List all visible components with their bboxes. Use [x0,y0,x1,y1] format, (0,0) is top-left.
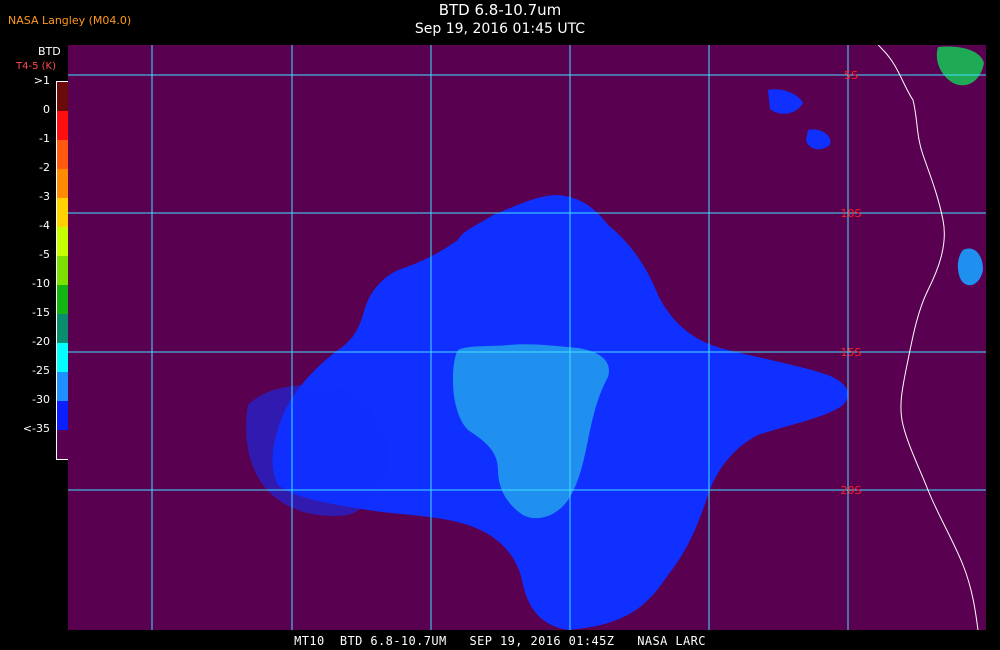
legend-units: T4-5 (K) [16,61,56,72]
legend-label: >1 [33,74,50,87]
latitude-label: 5S [844,69,858,82]
legend-label: <-35 [22,422,50,435]
satellite-map: 15W 10W 5W 0 5E 10E 5S 10S 15S 20S [68,45,986,630]
latitude-label: 15S [841,346,862,359]
legend-label: -25 [32,364,50,377]
image-title: BTD 6.8-10.7um [438,1,562,19]
legend-label: -15 [32,306,50,319]
legend-label: -5 [39,248,50,261]
legend-label: -1 [39,132,50,145]
image-timestamp: Sep 19, 2016 01:45 UTC [414,21,586,37]
legend-label: -20 [32,335,50,348]
legend-title: BTD [38,45,61,58]
legend-label: -10 [32,277,50,290]
longitude-label: 15W [140,45,165,47]
legend-label: -30 [32,393,50,406]
latitude-label: 20S [841,484,862,497]
legend-label: -2 [39,161,50,174]
footer-caption: MT10 BTD 6.8-10.7UM SEP 19, 2016 01:45Z … [294,634,706,648]
legend-label: 0 [43,103,50,116]
longitude-label: 5W [422,45,440,47]
latitude-label: 10S [841,207,862,220]
legend-label: -4 [39,219,50,232]
longitude-label: 0 [567,45,574,47]
longitude-label: 10W [280,45,305,47]
legend-label: -3 [39,190,50,203]
longitude-label: 5E [702,45,716,47]
longitude-label: 10E [838,45,859,47]
